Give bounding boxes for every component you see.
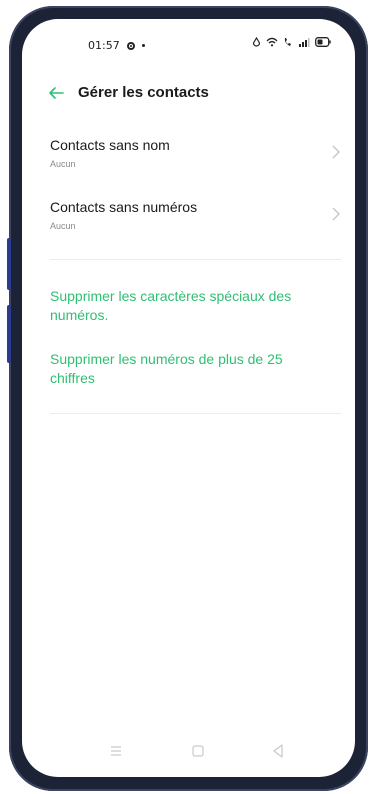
settings-icon: [126, 41, 136, 51]
data-saver-icon: [252, 36, 261, 50]
signal-icon: [298, 37, 310, 50]
chevron-right-icon: [331, 145, 341, 159]
list-item-label: Contacts sans nom: [50, 137, 170, 153]
navigation-bar: [22, 731, 355, 777]
back-arrow-icon[interactable]: [46, 81, 66, 105]
list-item-contacts-without-numbers[interactable]: Contacts sans numéros Aucun: [22, 199, 355, 255]
app-bar: Gérer les contacts: [22, 81, 355, 105]
back-triangle-icon[interactable]: [268, 741, 288, 761]
dot-icon: [141, 44, 145, 47]
home-icon[interactable]: [188, 741, 208, 761]
volte-icon: [283, 37, 293, 50]
wifi-icon: [266, 37, 278, 50]
volume-up-button: [7, 238, 11, 290]
list-item-label: Contacts sans numéros: [50, 199, 198, 215]
volume-down-button: [7, 305, 11, 363]
section-divider: [50, 259, 341, 260]
battery-icon: [315, 37, 331, 50]
list-item-contacts-without-name[interactable]: Contacts sans nom Aucun: [22, 137, 355, 193]
list-item-value: Aucun: [50, 159, 76, 169]
list-item-value: Aucun: [50, 221, 76, 231]
remove-long-numbers-link[interactable]: Supprimer les numéros de plus de 25 chif…: [50, 350, 320, 388]
page-title: Gérer les contacts: [78, 84, 209, 101]
chevron-right-icon: [331, 207, 341, 221]
menu-icon[interactable]: [106, 741, 126, 761]
status-time: 01:57: [88, 39, 120, 52]
section-divider: [50, 413, 341, 414]
remove-special-characters-link[interactable]: Supprimer les caractères spéciaux des nu…: [50, 287, 320, 325]
status-bar: 01:57: [22, 19, 355, 69]
screen: 01:57 Gérer les contacts Contacts sans n…: [22, 19, 355, 777]
